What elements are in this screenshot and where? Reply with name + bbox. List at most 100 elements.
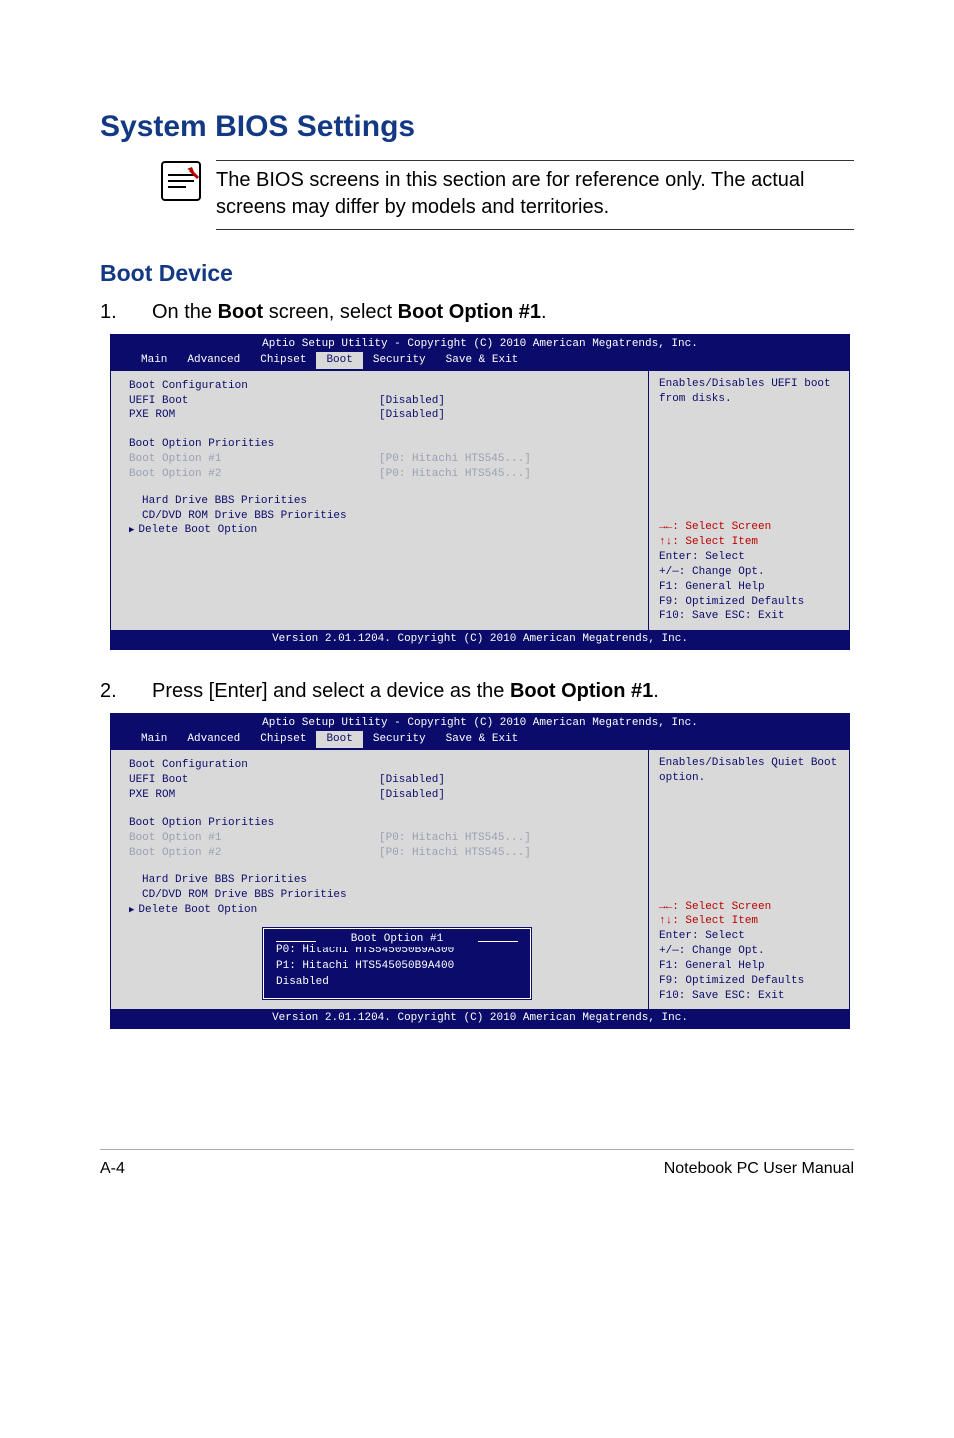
value: [P0: Hitachi HTS545...] (379, 831, 531, 846)
tab-security[interactable]: Security (363, 352, 436, 369)
cddvd-bbs-link[interactable]: CD/DVD ROM Drive BBS Priorities (129, 888, 638, 903)
nav-f9: F9: Optimized Defaults (659, 974, 839, 989)
label: PXE ROM (129, 408, 379, 423)
value: [P0: Hitachi HTS545...] (379, 467, 531, 482)
note-text: The BIOS screens in this section are for… (216, 160, 854, 230)
bios-main-panel: Boot Configuration UEFI Boot[Disabled] P… (111, 750, 649, 1010)
label: PXE ROM (129, 788, 379, 803)
bios-screenshot-2: Aptio Setup Utility - Copyright (C) 2010… (110, 713, 850, 1029)
nav-f10: F10: Save ESC: Exit (659, 989, 839, 1004)
value: [Disabled] (379, 408, 445, 423)
nav-keys: →←: Select Screen ↑↓: Select Item Enter:… (659, 900, 839, 1004)
value: [P0: Hitachi HTS545...] (379, 846, 531, 861)
boot-priorities-heading: Boot Option Priorities (129, 437, 638, 452)
arrows-ud-icon: ↑↓: Select Item (659, 536, 758, 548)
page-footer: A-4 Notebook PC User Manual (100, 1149, 854, 1178)
help-text: Enables/Disables Quiet Boot option. (659, 756, 839, 786)
delete-boot-option-link[interactable]: Delete Boot Option (129, 903, 638, 918)
label: Boot Option #2 (129, 467, 379, 482)
bios-header: Aptio Setup Utility - Copyright (C) 2010… (111, 714, 849, 731)
t: Boot Option #1 (398, 301, 541, 323)
bios-tabs: MainAdvancedChipsetBootSecuritySave & Ex… (111, 352, 849, 371)
t: Boot (218, 301, 264, 323)
section-title: Boot Device (100, 260, 854, 287)
label: Boot Option #1 (129, 831, 379, 846)
arrows-lr-icon: →←: Select Screen (659, 521, 771, 533)
nav-f10: F10: Save ESC: Exit (659, 609, 839, 624)
bios-footer: Version 2.01.1204. Copyright (C) 2010 Am… (111, 630, 849, 649)
tab-main[interactable]: Main (131, 731, 177, 748)
label: Delete Boot Option (138, 904, 257, 916)
popup-title: Boot Option #1 (316, 932, 478, 947)
step-1: 1. On the Boot screen, select Boot Optio… (100, 301, 854, 324)
t: Boot Option #1 (510, 680, 653, 702)
label: Boot Option #1 (129, 452, 379, 467)
value: [Disabled] (379, 394, 445, 409)
bios-tabs: MainAdvancedChipsetBootSecuritySave & Ex… (111, 731, 849, 750)
arrows-lr-icon: →←: Select Screen (659, 901, 771, 913)
tab-save-exit[interactable]: Save & Exit (436, 731, 529, 748)
bios-help-panel: Enables/Disables Quiet Boot option. →←: … (649, 750, 849, 1010)
uefi-boot-row[interactable]: UEFI Boot[Disabled] (129, 394, 638, 409)
t: Press [Enter] and select a device as the (152, 680, 510, 702)
label: Boot Option #2 (129, 846, 379, 861)
tab-advanced[interactable]: Advanced (177, 352, 250, 369)
pxe-rom-row[interactable]: PXE ROM[Disabled] (129, 788, 638, 803)
nav-f9: F9: Optimized Defaults (659, 595, 839, 610)
label: Delete Boot Option (138, 524, 257, 536)
nav-plusminus: +/—: Change Opt. (659, 565, 839, 580)
step-number: 2. (100, 680, 152, 703)
bios-help-panel: Enables/Disables UEFI boot from disks. →… (649, 371, 849, 631)
tab-advanced[interactable]: Advanced (177, 731, 250, 748)
boot-option-1-row[interactable]: Boot Option #1[P0: Hitachi HTS545...] (129, 831, 638, 846)
tab-main[interactable]: Main (131, 352, 177, 369)
tab-chipset[interactable]: Chipset (250, 731, 316, 748)
tab-boot[interactable]: Boot (316, 352, 362, 369)
nav-f1: F1: General Help (659, 580, 839, 595)
t: . (653, 680, 659, 702)
tab-chipset[interactable]: Chipset (250, 352, 316, 369)
page-number: A-4 (100, 1160, 125, 1178)
nav-f1: F1: General Help (659, 959, 839, 974)
boot-priorities-heading: Boot Option Priorities (129, 816, 638, 831)
tab-security[interactable]: Security (363, 731, 436, 748)
nav-plusminus: +/—: Change Opt. (659, 944, 839, 959)
popup-option[interactable]: Disabled (276, 975, 518, 990)
cddvd-bbs-link[interactable]: CD/DVD ROM Drive BBS Priorities (129, 509, 638, 524)
nav-enter: Enter: Select (659, 550, 839, 565)
label: UEFI Boot (129, 394, 379, 409)
step-text: On the Boot screen, select Boot Option #… (152, 301, 547, 324)
value: [P0: Hitachi HTS545...] (379, 452, 531, 467)
boot-config-heading: Boot Configuration (129, 758, 638, 773)
nav-keys: →←: Select Screen ↑↓: Select Item Enter:… (659, 520, 839, 624)
hdd-bbs-link[interactable]: Hard Drive BBS Priorities (129, 873, 638, 888)
tab-save-exit[interactable]: Save & Exit (436, 352, 529, 369)
hdd-bbs-link[interactable]: Hard Drive BBS Priorities (129, 494, 638, 509)
note-icon (160, 160, 202, 202)
step-2: 2. Press [Enter] and select a device as … (100, 680, 854, 703)
note-block: The BIOS screens in this section are for… (160, 160, 854, 230)
bios-header: Aptio Setup Utility - Copyright (C) 2010… (111, 335, 849, 352)
boot-option-popup[interactable]: Boot Option #1 P0: Hitachi HTS545050B9A3… (263, 928, 531, 1000)
help-text: Enables/Disables UEFI boot from disks. (659, 377, 839, 407)
bios-footer: Version 2.01.1204. Copyright (C) 2010 Am… (111, 1009, 849, 1028)
arrows-ud-icon: ↑↓: Select Item (659, 915, 758, 927)
boot-option-1-row[interactable]: Boot Option #1[P0: Hitachi HTS545...] (129, 452, 638, 467)
nav-enter: Enter: Select (659, 929, 839, 944)
tab-boot[interactable]: Boot (316, 731, 362, 748)
t: On the (152, 301, 218, 323)
popup-option[interactable]: P1: Hitachi HTS545050B9A400 (276, 959, 518, 974)
pxe-rom-row[interactable]: PXE ROM[Disabled] (129, 408, 638, 423)
label: UEFI Boot (129, 773, 379, 788)
uefi-boot-row[interactable]: UEFI Boot[Disabled] (129, 773, 638, 788)
delete-boot-option-link[interactable]: Delete Boot Option (129, 523, 638, 538)
value: [Disabled] (379, 773, 445, 788)
bios-screenshot-1: Aptio Setup Utility - Copyright (C) 2010… (110, 334, 850, 650)
boot-config-heading: Boot Configuration (129, 379, 638, 394)
value: [Disabled] (379, 788, 445, 803)
page-title: System BIOS Settings (100, 110, 854, 144)
boot-option-2-row[interactable]: Boot Option #2[P0: Hitachi HTS545...] (129, 467, 638, 482)
bios-main-panel: Boot Configuration UEFI Boot[Disabled] P… (111, 371, 649, 631)
t: . (541, 301, 547, 323)
boot-option-2-row[interactable]: Boot Option #2[P0: Hitachi HTS545...] (129, 846, 638, 861)
